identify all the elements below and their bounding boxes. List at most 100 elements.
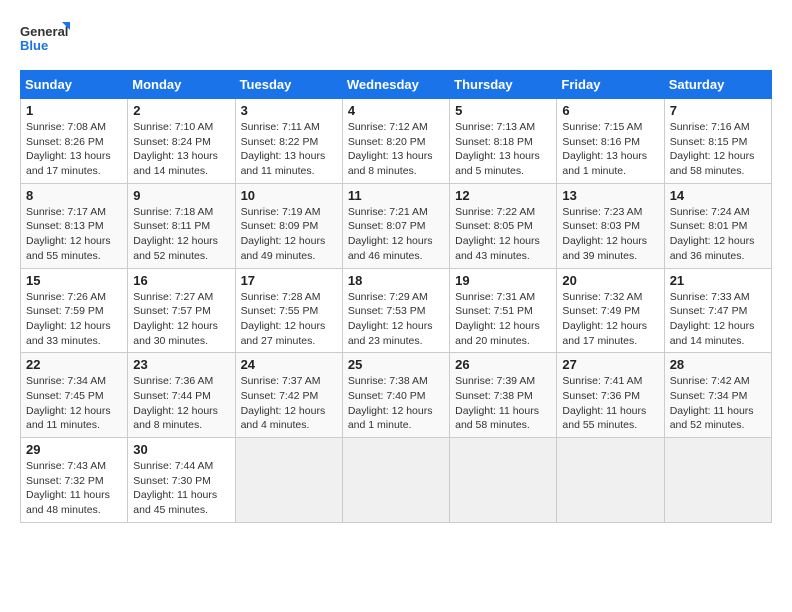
day-info: Sunrise: 7:23 AMSunset: 8:03 PMDaylight:… [562, 205, 658, 264]
day-number: 22 [26, 357, 122, 372]
calendar-cell: 25Sunrise: 7:38 AMSunset: 7:40 PMDayligh… [342, 353, 449, 438]
calendar-cell [664, 438, 771, 523]
day-info: Sunrise: 7:29 AMSunset: 7:53 PMDaylight:… [348, 290, 444, 349]
day-number: 20 [562, 273, 658, 288]
calendar-cell: 14 Sunrise: 7:24 AMSunset: 8:01 PMDayligh… [664, 183, 771, 268]
day-info: Sunrise: 7:34 AMSunset: 7:45 PMDaylight:… [26, 374, 122, 433]
day-number: 6 [562, 103, 658, 118]
header-wednesday: Wednesday [342, 71, 449, 99]
day-info: Sunrise: 7:10 AMSunset: 8:24 PMDaylight:… [133, 120, 229, 179]
header-friday: Friday [557, 71, 664, 99]
day-info: Sunrise: 7:33 AMSunset: 7:47 PMDaylight:… [670, 290, 766, 349]
calendar-cell: 19 Sunrise: 7:31 AMSunset: 7:51 PMDayligh… [450, 268, 557, 353]
day-info: Sunrise: 7:32 AMSunset: 7:49 PMDaylight:… [562, 290, 658, 349]
page-header: General Blue [20, 20, 772, 60]
day-info: Sunrise: 7:21 AMSunset: 8:07 PMDaylight:… [348, 205, 444, 264]
day-number: 23 [133, 357, 229, 372]
day-number: 14 [670, 188, 766, 203]
calendar-cell: 4 Sunrise: 7:12 AMSunset: 8:20 PMDaylight… [342, 99, 449, 184]
day-number: 19 [455, 273, 551, 288]
calendar-cell [235, 438, 342, 523]
calendar-cell: 7 Sunrise: 7:16 AMSunset: 8:15 PMDaylight… [664, 99, 771, 184]
day-number: 8 [26, 188, 122, 203]
calendar-cell: 9 Sunrise: 7:18 AMSunset: 8:11 PMDaylight… [128, 183, 235, 268]
calendar-week-row: 22 Sunrise: 7:34 AMSunset: 7:45 PMDayligh… [21, 353, 772, 438]
calendar-cell: 5 Sunrise: 7:13 AMSunset: 8:18 PMDaylight… [450, 99, 557, 184]
calendar-cell: 21 Sunrise: 7:33 AMSunset: 7:47 PMDayligh… [664, 268, 771, 353]
header-saturday: Saturday [664, 71, 771, 99]
day-number: 30 [133, 442, 229, 457]
header-tuesday: Tuesday [235, 71, 342, 99]
day-info: Sunrise: 7:27 AMSunset: 7:57 PMDaylight:… [133, 290, 229, 349]
day-number: 3 [241, 103, 337, 118]
calendar-cell: 6Sunrise: 7:15 AMSunset: 8:16 PMDaylight… [557, 99, 664, 184]
header-sunday: Sunday [21, 71, 128, 99]
day-info: Sunrise: 7:44 AMSunset: 7:30 PMDaylight:… [133, 459, 229, 518]
calendar-cell: 24 Sunrise: 7:37 AMSunset: 7:42 PMDayligh… [235, 353, 342, 438]
calendar-week-row: 1 Sunrise: 7:08 AMSunset: 8:26 PMDaylight… [21, 99, 772, 184]
day-info: Sunrise: 7:22 AMSunset: 8:05 PMDaylight:… [455, 205, 551, 264]
day-number: 24 [241, 357, 337, 372]
day-number: 26 [455, 357, 551, 372]
day-info: Sunrise: 7:19 AMSunset: 8:09 PMDaylight:… [241, 205, 337, 264]
day-number: 9 [133, 188, 229, 203]
day-number: 7 [670, 103, 766, 118]
day-info: Sunrise: 7:31 AMSunset: 7:51 PMDaylight:… [455, 290, 551, 349]
calendar-cell [450, 438, 557, 523]
calendar-cell: 3 Sunrise: 7:11 AMSunset: 8:22 PMDaylight… [235, 99, 342, 184]
day-info: Sunrise: 7:17 AMSunset: 8:13 PMDaylight:… [26, 205, 122, 264]
day-info: Sunrise: 7:42 AMSunset: 7:34 PMDaylight:… [670, 374, 766, 433]
calendar-cell: 13Sunrise: 7:23 AMSunset: 8:03 PMDayligh… [557, 183, 664, 268]
day-info: Sunrise: 7:18 AMSunset: 8:11 PMDaylight:… [133, 205, 229, 264]
day-number: 1 [26, 103, 122, 118]
day-info: Sunrise: 7:16 AMSunset: 8:15 PMDaylight:… [670, 120, 766, 179]
day-info: Sunrise: 7:41 AMSunset: 7:36 PMDaylight:… [562, 374, 658, 433]
header-thursday: Thursday [450, 71, 557, 99]
day-number: 28 [670, 357, 766, 372]
calendar-cell [342, 438, 449, 523]
day-number: 11 [348, 188, 444, 203]
calendar-cell: 16 Sunrise: 7:27 AMSunset: 7:57 PMDayligh… [128, 268, 235, 353]
day-number: 21 [670, 273, 766, 288]
day-info: Sunrise: 7:39 AMSunset: 7:38 PMDaylight:… [455, 374, 551, 433]
day-info: Sunrise: 7:28 AMSunset: 7:55 PMDaylight:… [241, 290, 337, 349]
calendar-cell: 11 Sunrise: 7:21 AMSunset: 8:07 PMDayligh… [342, 183, 449, 268]
day-number: 2 [133, 103, 229, 118]
day-info: Sunrise: 7:12 AMSunset: 8:20 PMDaylight:… [348, 120, 444, 179]
day-info: Sunrise: 7:11 AMSunset: 8:22 PMDaylight:… [241, 120, 337, 179]
day-info: Sunrise: 7:08 AMSunset: 8:26 PMDaylight:… [26, 120, 122, 179]
svg-text:General: General [20, 24, 68, 39]
day-info: Sunrise: 7:43 AMSunset: 7:32 PMDaylight:… [26, 459, 122, 518]
day-number: 15 [26, 273, 122, 288]
calendar-cell: 26 Sunrise: 7:39 AMSunset: 7:38 PMDayligh… [450, 353, 557, 438]
calendar-cell: 23 Sunrise: 7:36 AMSunset: 7:44 PMDayligh… [128, 353, 235, 438]
calendar-cell: 18Sunrise: 7:29 AMSunset: 7:53 PMDayligh… [342, 268, 449, 353]
day-number: 4 [348, 103, 444, 118]
day-number: 27 [562, 357, 658, 372]
calendar-cell [557, 438, 664, 523]
svg-text:Blue: Blue [20, 38, 48, 53]
calendar-table: SundayMondayTuesdayWednesdayThursdayFrid… [20, 70, 772, 523]
day-number: 5 [455, 103, 551, 118]
calendar-cell: 10Sunrise: 7:19 AMSunset: 8:09 PMDayligh… [235, 183, 342, 268]
calendar-cell: 29 Sunrise: 7:43 AMSunset: 7:32 PMDayligh… [21, 438, 128, 523]
calendar-cell: 15 Sunrise: 7:26 AMSunset: 7:59 PMDayligh… [21, 268, 128, 353]
day-info: Sunrise: 7:24 AMSunset: 8:01 PMDaylight:… [670, 205, 766, 264]
logo: General Blue [20, 20, 70, 60]
calendar-header-row: SundayMondayTuesdayWednesdayThursdayFrid… [21, 71, 772, 99]
day-number: 12 [455, 188, 551, 203]
day-number: 25 [348, 357, 444, 372]
calendar-week-row: 8 Sunrise: 7:17 AMSunset: 8:13 PMDaylight… [21, 183, 772, 268]
day-info: Sunrise: 7:36 AMSunset: 7:44 PMDaylight:… [133, 374, 229, 433]
calendar-cell: 27 Sunrise: 7:41 AMSunset: 7:36 PMDayligh… [557, 353, 664, 438]
calendar-cell: 1 Sunrise: 7:08 AMSunset: 8:26 PMDaylight… [21, 99, 128, 184]
calendar-cell: 12 Sunrise: 7:22 AMSunset: 8:05 PMDayligh… [450, 183, 557, 268]
day-number: 16 [133, 273, 229, 288]
day-number: 17 [241, 273, 337, 288]
calendar-cell: 17 Sunrise: 7:28 AMSunset: 7:55 PMDayligh… [235, 268, 342, 353]
logo-icon: General Blue [20, 20, 70, 60]
day-info: Sunrise: 7:13 AMSunset: 8:18 PMDaylight:… [455, 120, 551, 179]
day-info: Sunrise: 7:37 AMSunset: 7:42 PMDaylight:… [241, 374, 337, 433]
day-number: 29 [26, 442, 122, 457]
day-info: Sunrise: 7:26 AMSunset: 7:59 PMDaylight:… [26, 290, 122, 349]
